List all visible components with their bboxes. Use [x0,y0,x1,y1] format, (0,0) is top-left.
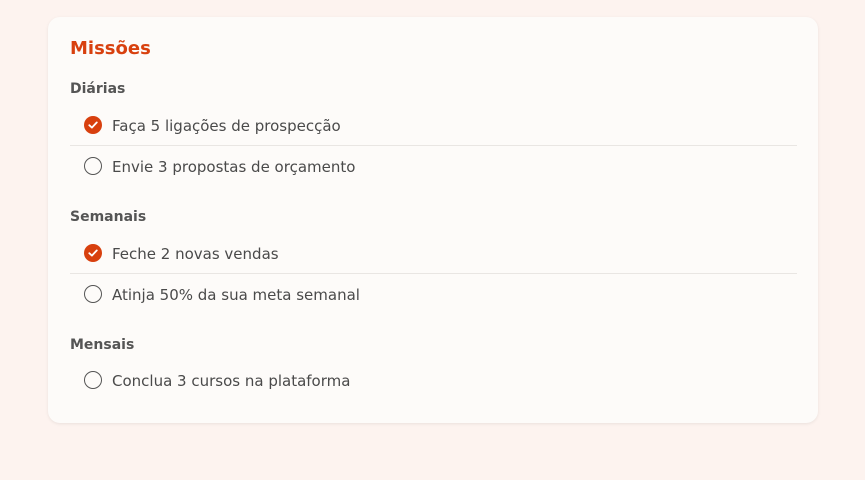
group-label-daily: Diárias [70,81,126,97]
mission-item-label: Envie 3 propostas de orçamento [112,158,356,176]
mission-item-label: Conclua 3 cursos na plataforma [112,372,351,390]
mission-item-label: Atinja 50% da sua meta semanal [112,286,360,304]
check-circle-icon[interactable] [84,244,102,262]
empty-circle-icon[interactable] [84,285,102,303]
empty-circle-icon[interactable] [84,157,102,175]
missions-card: Missões Diárias Faça 5 ligações de prosp… [48,17,818,423]
check-circle-icon[interactable] [84,116,102,134]
mission-item[interactable]: Faça 5 ligações de prospecção [70,106,797,146]
mission-item[interactable]: Conclua 3 cursos na plataforma [70,361,797,401]
mission-item-label: Feche 2 novas vendas [112,245,279,263]
group-label-weekly: Semanais [70,209,147,225]
empty-circle-icon[interactable] [84,371,102,389]
mission-item[interactable]: Atinja 50% da sua meta semanal [70,275,797,315]
mission-item[interactable]: Envie 3 propostas de orçamento [70,147,797,187]
group-label-monthly: Mensais [70,337,135,353]
mission-item-label: Faça 5 ligações de prospecção [112,117,341,135]
missions-title: Missões [70,38,151,59]
mission-item[interactable]: Feche 2 novas vendas [70,234,797,274]
